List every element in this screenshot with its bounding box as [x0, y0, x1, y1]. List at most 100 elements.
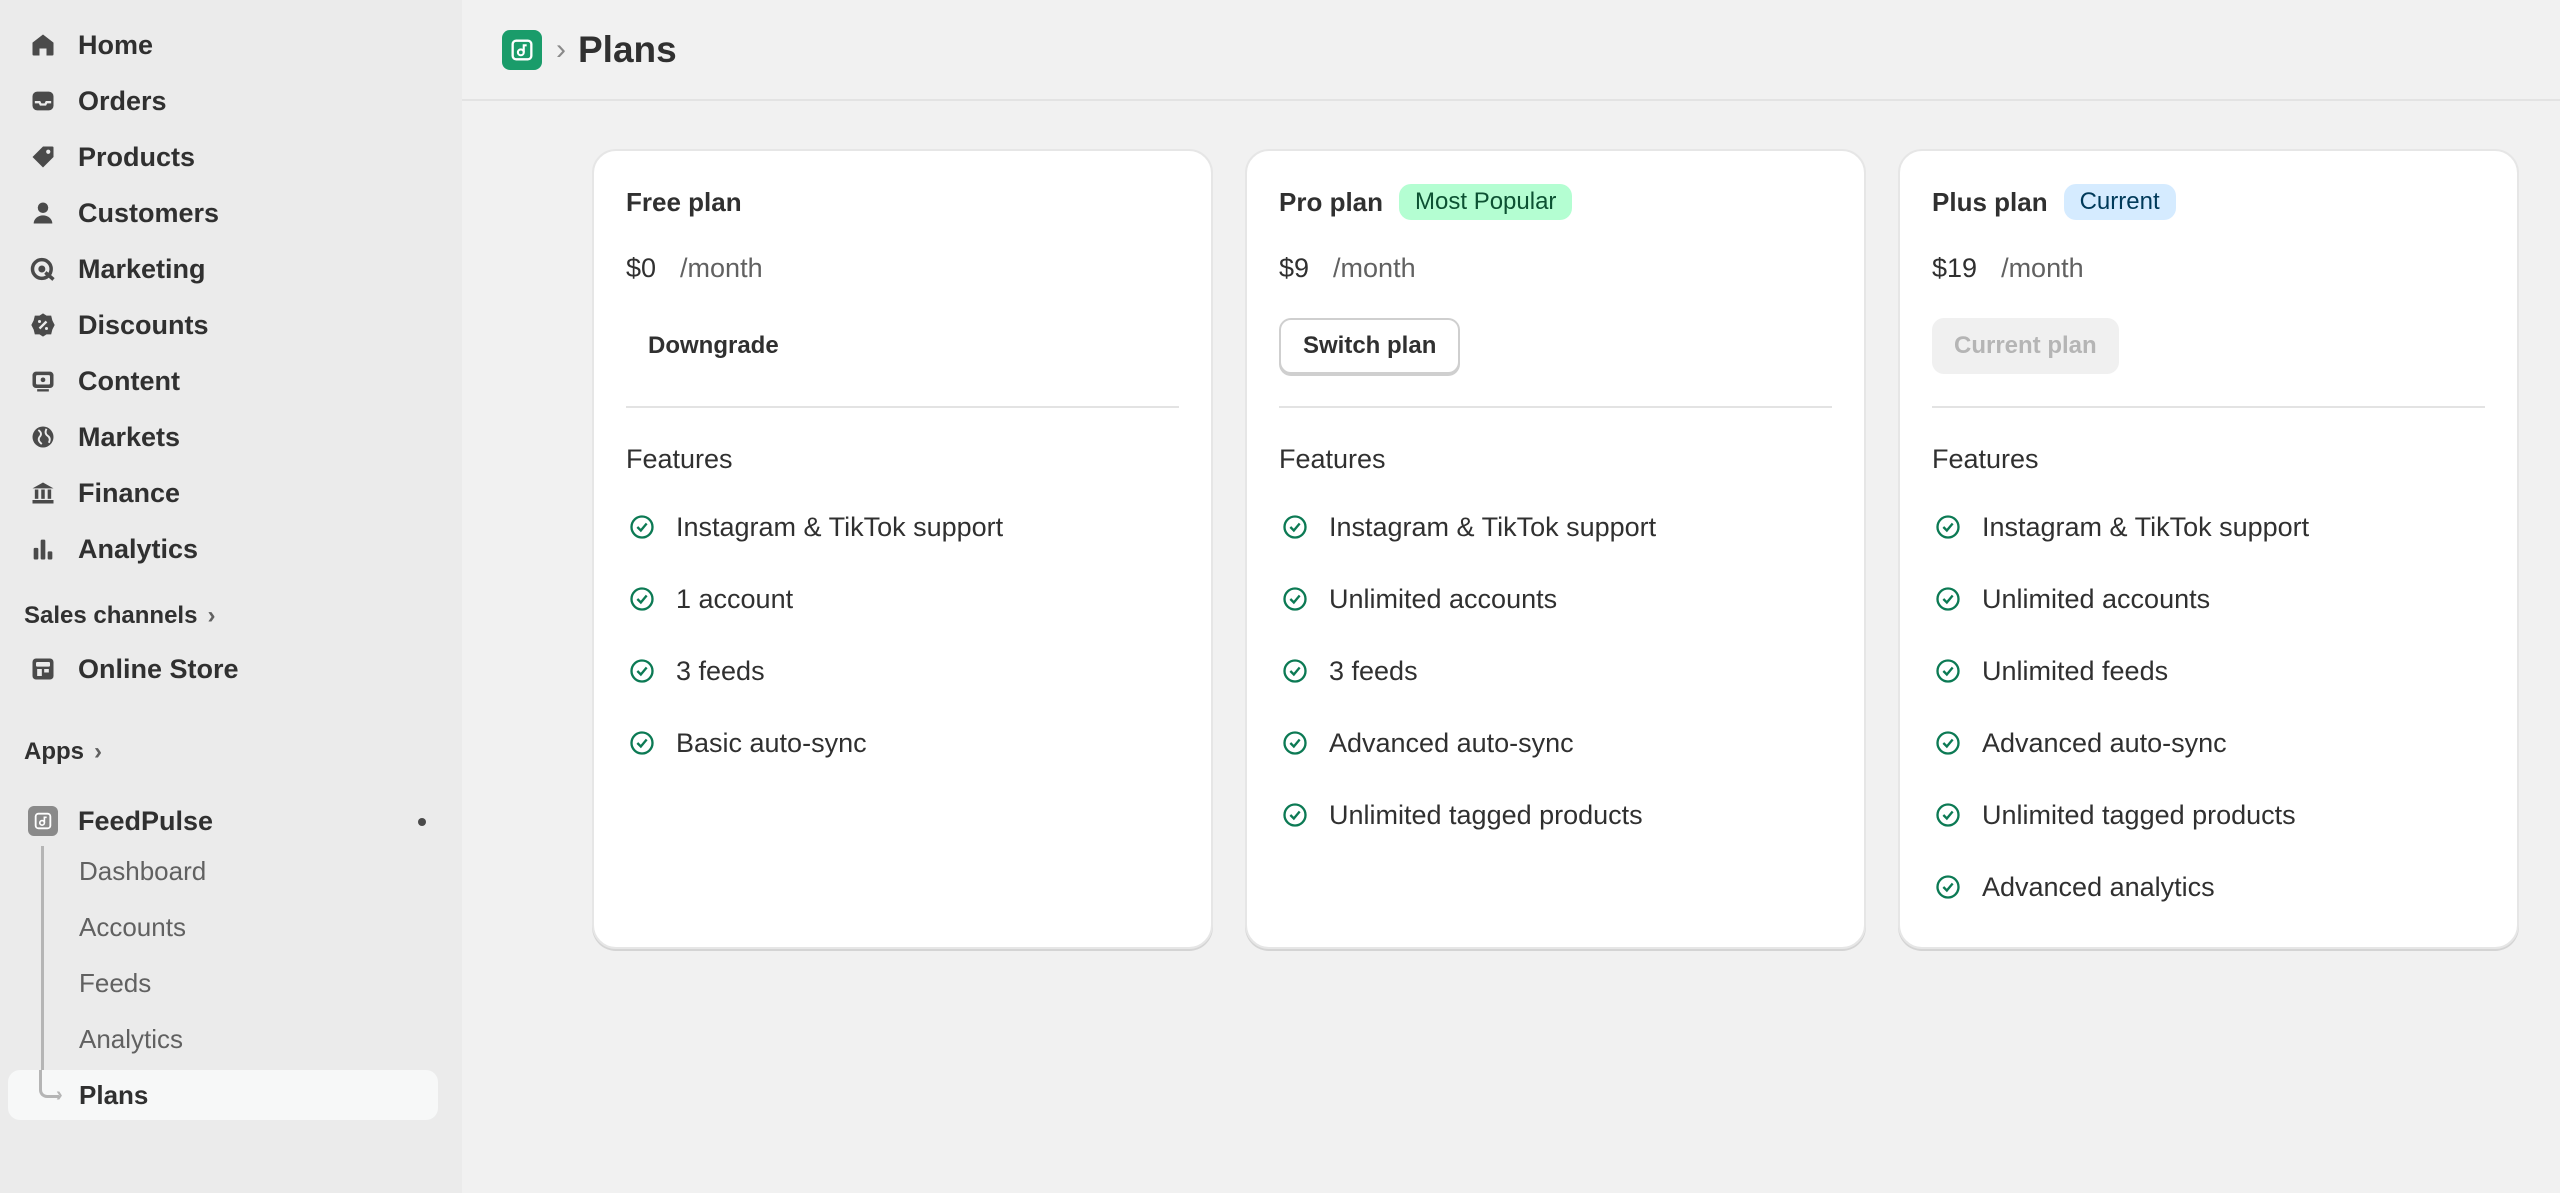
check-circle-icon: [628, 585, 656, 613]
feature-text: 1 account: [676, 583, 794, 614]
feature-text: Advanced auto-sync: [1329, 727, 1574, 758]
subnav-dashboard[interactable]: Dashboard: [8, 846, 438, 896]
subnav-accounts[interactable]: Accounts: [8, 902, 438, 952]
bar-chart-icon: [28, 534, 58, 564]
page-header: › Plans: [462, 0, 2560, 101]
nav-home[interactable]: Home: [12, 20, 450, 70]
feature-item: Advanced auto-sync: [1932, 707, 2485, 779]
feature-item: 1 account: [626, 563, 1179, 635]
feature-item: Advanced auto-sync: [1279, 707, 1832, 779]
switch-plan-button[interactable]: Switch plan: [1279, 318, 1461, 374]
app-feedpulse[interactable]: FeedPulse: [12, 796, 450, 846]
feature-item: Advanced analytics: [1932, 851, 2485, 923]
nav-products[interactable]: Products: [12, 132, 450, 182]
nav-markets-label: Markets: [78, 421, 181, 452]
plan-period: /month: [1333, 253, 1416, 283]
feedpulse-subnav: Dashboard Accounts Feeds Analytics › Pla…: [0, 846, 462, 1120]
check-circle-icon: [1934, 729, 1962, 757]
feature-item: Unlimited accounts: [1279, 563, 1832, 635]
feedpulse-logo-icon: [28, 806, 58, 836]
feature-text: Unlimited accounts: [1329, 583, 1558, 614]
sales-channels-header[interactable]: Sales channels ›: [0, 594, 462, 638]
check-circle-icon: [1281, 729, 1309, 757]
nav-online-store-label: Online Store: [78, 653, 239, 684]
feature-text: 3 feeds: [1329, 655, 1418, 686]
nav-analytics-label: Analytics: [78, 533, 199, 564]
plan-name: Pro plan: [1279, 186, 1384, 217]
nav-customers[interactable]: Customers: [12, 188, 450, 238]
plan-period: /month: [680, 253, 763, 283]
feature-item: Basic auto-sync: [626, 707, 1179, 779]
feature-text: Instagram & TikTok support: [676, 511, 1004, 542]
divider: [1932, 406, 2485, 408]
feature-text: Advanced auto-sync: [1982, 727, 2227, 758]
subnav-dashboard-label: Dashboard: [79, 855, 207, 886]
feature-text: Unlimited accounts: [1982, 583, 2211, 614]
nav-discounts[interactable]: Discounts: [12, 300, 450, 350]
breadcrumb-chevron-icon: ›: [556, 32, 566, 66]
nav-markets[interactable]: Markets: [12, 412, 450, 462]
bank-icon: [28, 478, 58, 508]
feature-list: Instagram & TikTok support Unlimited acc…: [1279, 491, 1832, 851]
current-badge: Current: [2063, 184, 2176, 220]
sales-channels-label: Sales channels: [24, 602, 198, 629]
divider: [1279, 406, 1832, 408]
sidebar: Home Orders Products Customers Marketing…: [0, 0, 462, 1193]
check-circle-icon: [628, 657, 656, 685]
subnav-analytics-label: Analytics: [79, 1023, 184, 1054]
apps-label: Apps: [24, 738, 84, 765]
check-circle-icon: [1281, 657, 1309, 685]
subnav-plans[interactable]: › Plans: [8, 1070, 438, 1120]
pin-dot-icon[interactable]: [418, 818, 426, 826]
nav-online-store[interactable]: Online Store: [12, 644, 450, 694]
feature-item: 3 feeds: [1279, 635, 1832, 707]
person-icon: [28, 198, 58, 228]
nav-content[interactable]: Content: [12, 356, 450, 406]
nav-finance[interactable]: Finance: [12, 468, 450, 518]
feature-list: Instagram & TikTok support Unlimited acc…: [1932, 491, 2485, 923]
divider: [626, 406, 1179, 408]
subnav-analytics[interactable]: Analytics: [8, 1014, 438, 1064]
plan-name: Free plan: [626, 186, 742, 217]
feedpulse-logo-icon[interactable]: [502, 29, 542, 70]
feature-text: Instagram & TikTok support: [1329, 511, 1657, 542]
subnav-feeds[interactable]: Feeds: [8, 958, 438, 1008]
nav-analytics[interactable]: Analytics: [12, 524, 450, 574]
check-circle-icon: [1281, 801, 1309, 829]
nav-discounts-label: Discounts: [78, 309, 209, 340]
apps-header[interactable]: Apps ›: [0, 730, 462, 774]
chevron-right-icon: ›: [94, 738, 102, 765]
globe-icon: [28, 422, 58, 452]
home-icon: [28, 30, 58, 60]
feature-text: Basic auto-sync: [676, 727, 867, 758]
nav-finance-label: Finance: [78, 477, 181, 508]
most-popular-badge: Most Popular: [1399, 184, 1573, 220]
feature-text: Advanced analytics: [1982, 871, 2215, 902]
check-circle-icon: [628, 729, 656, 757]
feature-item: Unlimited accounts: [1932, 563, 2485, 635]
feature-item: Unlimited tagged products: [1932, 779, 2485, 851]
check-circle-icon: [1934, 585, 1962, 613]
nav-orders-label: Orders: [78, 85, 167, 116]
check-circle-icon: [1934, 801, 1962, 829]
chevron-right-icon: ›: [207, 602, 216, 629]
plan-name: Plus plan: [1932, 186, 2048, 217]
feature-item: Unlimited tagged products: [1279, 779, 1832, 851]
image-icon: [28, 366, 58, 396]
tag-icon: [28, 142, 58, 172]
plan-price: $9: [1279, 253, 1310, 283]
page-title: Plans: [578, 28, 677, 70]
nav-content-label: Content: [78, 365, 180, 396]
check-circle-icon: [628, 513, 656, 541]
nav-marketing[interactable]: Marketing: [12, 244, 450, 294]
nav-orders[interactable]: Orders: [12, 76, 450, 126]
check-circle-icon: [1281, 513, 1309, 541]
subnav-plans-label: Plans: [79, 1079, 149, 1110]
plan-card-free: Free plan $0 /month Downgrade Features I…: [592, 149, 1213, 949]
feature-item: Instagram & TikTok support: [1279, 491, 1832, 563]
check-circle-icon: [1934, 873, 1962, 901]
features-title: Features: [626, 444, 733, 474]
downgrade-button[interactable]: Downgrade: [626, 318, 801, 374]
nav-products-label: Products: [78, 141, 196, 172]
plan-price: $0: [626, 253, 657, 283]
